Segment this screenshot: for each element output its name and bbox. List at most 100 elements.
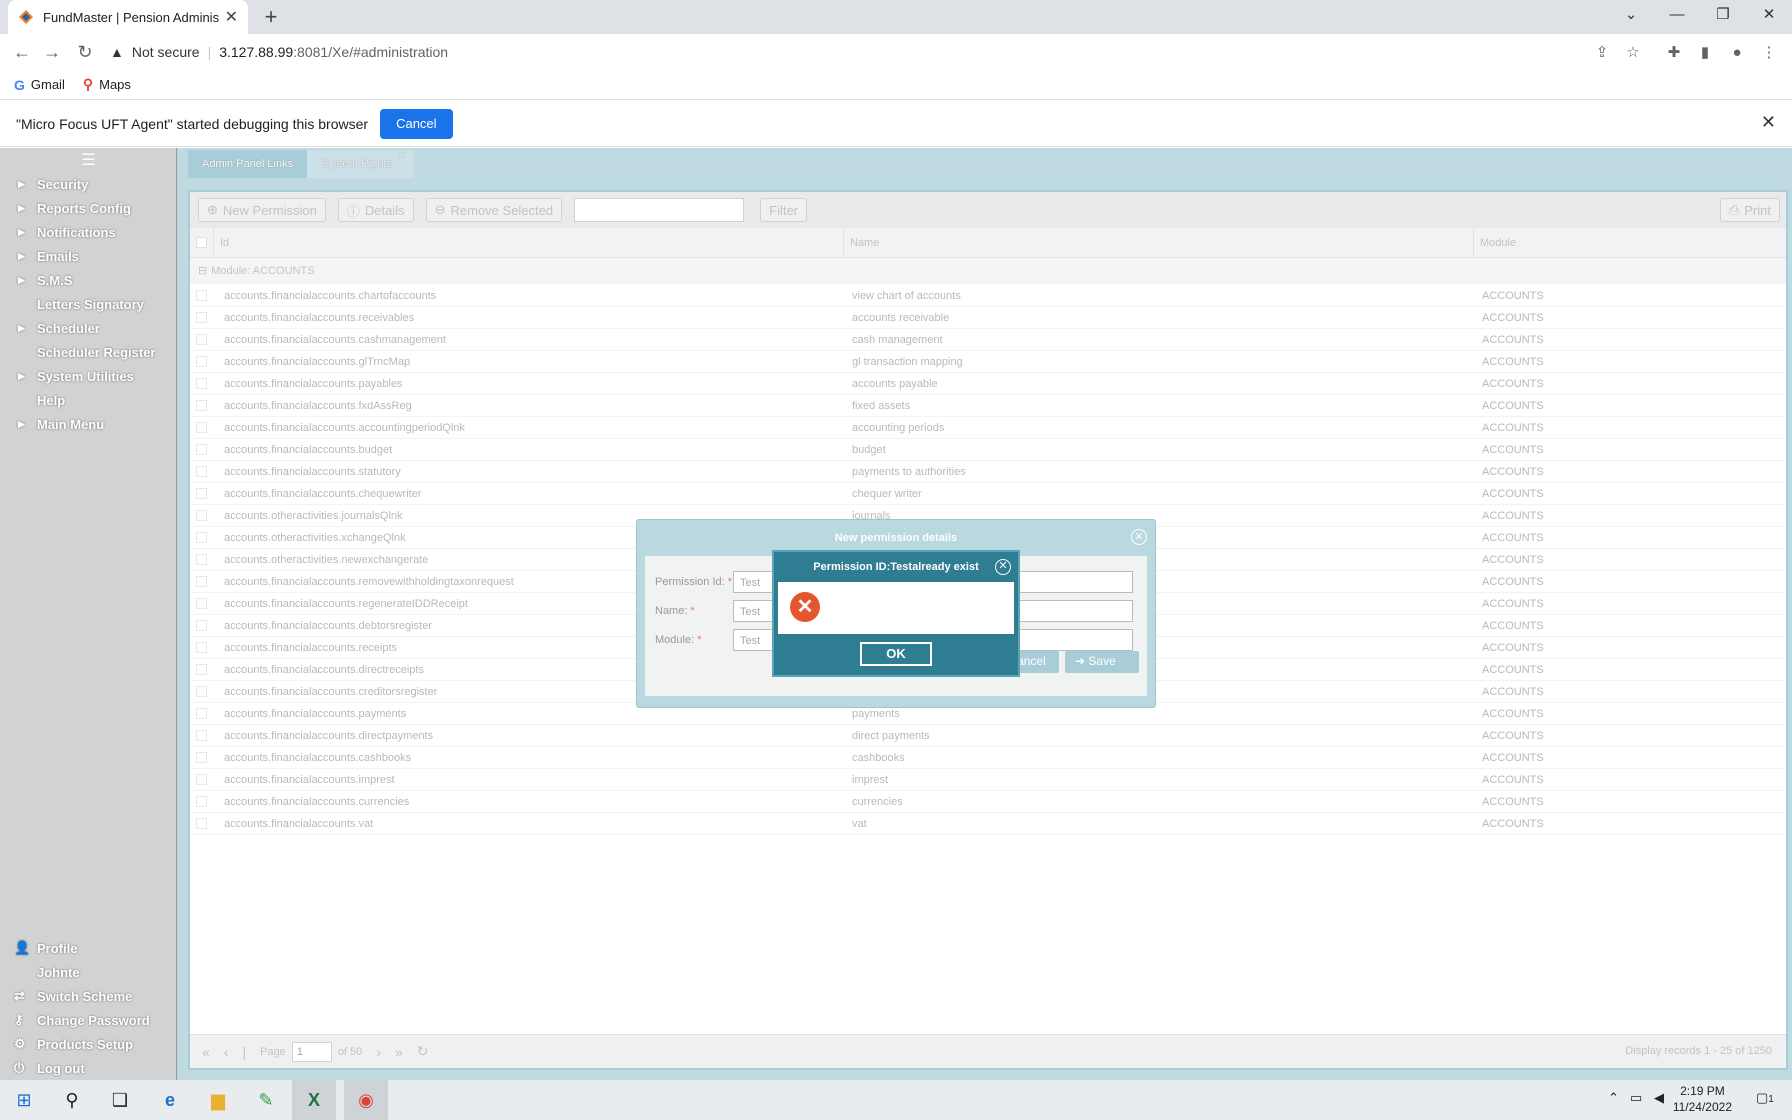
bookmark-gmail[interactable]: G Gmail xyxy=(14,77,65,93)
error-close-icon[interactable]: ✕ xyxy=(995,559,1011,575)
debugging-infobar: "Micro Focus UFT Agent" started debuggin… xyxy=(0,101,1792,147)
task-view-icon[interactable]: ❏ xyxy=(98,1080,142,1120)
error-dialog: Permission ID:Testalready exist ✕ ✕ OK xyxy=(772,550,1020,677)
key-icon: ⚷ xyxy=(14,1012,24,1027)
sidebar-item[interactable]: Help xyxy=(0,388,177,412)
tray-chevron-icon[interactable]: ⌃ xyxy=(1608,1090,1619,1106)
network-icon[interactable]: ▭ xyxy=(1630,1090,1642,1106)
reload-icon[interactable]: ↻ xyxy=(71,38,99,66)
bookmarks-bar: G Gmail ⚲ Maps xyxy=(0,70,1792,100)
user-menu-item[interactable]: Johnte xyxy=(0,960,177,984)
maps-pin-icon: ⚲ xyxy=(82,76,94,92)
save-icon: ➔ xyxy=(1075,654,1086,668)
bookmark-gmail-label: Gmail xyxy=(30,77,65,92)
tab-search-icon[interactable]: ⌄ xyxy=(1608,0,1654,30)
share-icon[interactable]: ⇪ xyxy=(1589,40,1615,66)
sidebar-item[interactable]: ▶ S.M.S xyxy=(0,268,177,292)
module-label: Module: * xyxy=(655,634,702,646)
user-menu-label: Profile xyxy=(37,940,78,956)
sidebar-item-label: Letters Signatory xyxy=(37,296,144,312)
expand-arrow-icon: ▶ xyxy=(18,418,25,429)
chrome-menu-icon[interactable]: ⋮ xyxy=(1756,40,1782,66)
close-window-icon[interactable]: ✕ xyxy=(1746,0,1792,30)
power-icon: ⏻ xyxy=(14,1060,25,1075)
new-tab-button[interactable]: + xyxy=(258,4,284,30)
ok-button[interactable]: OK xyxy=(860,642,932,666)
bookmark-maps-label: Maps xyxy=(99,77,131,92)
debug-message: "Micro Focus UFT Agent" started debuggin… xyxy=(16,115,369,132)
sidebar-item-label: Security xyxy=(37,176,89,192)
user-menu-item[interactable]: ⏻ Log out xyxy=(0,1056,177,1080)
url-host: 3.127.88.99 xyxy=(219,44,294,60)
url-path: :8081/Xe/#administration xyxy=(293,44,449,60)
notifications-icon[interactable]: ▢1 xyxy=(1756,1090,1774,1106)
clock[interactable]: 2:19 PM 11/24/2022 xyxy=(1673,1083,1732,1115)
url-text: 3.127.88.99:8081/Xe/#administration xyxy=(219,44,448,60)
sidebar-item[interactable]: ▶ Scheduler xyxy=(0,316,177,340)
user-menu-item[interactable]: ⚙ Products Setup xyxy=(0,1032,177,1056)
restore-icon[interactable]: ❐ xyxy=(1700,0,1746,30)
dialog-save-button[interactable]: ➔ Save xyxy=(1065,651,1139,673)
omnibox-separator: | xyxy=(207,44,212,60)
permission-id-label: Permission Id: * xyxy=(655,576,733,588)
minimize-icon[interactable]: — xyxy=(1654,0,1700,30)
close-tab-icon[interactable]: ✕ xyxy=(225,7,238,27)
google-icon: G xyxy=(14,76,25,93)
profile-avatar-icon[interactable]: ● xyxy=(1724,40,1750,66)
expand-arrow-icon: ▶ xyxy=(18,250,25,261)
sidebar-item[interactable]: ▶ System Utilities xyxy=(0,364,177,388)
sidebar-item-label: Scheduler xyxy=(37,320,100,336)
user-menu-label: Log out xyxy=(37,1060,85,1076)
sidebar-item-label: System Utilities xyxy=(37,368,134,384)
side-panel-icon[interactable]: ▮ xyxy=(1692,40,1718,66)
search-icon[interactable]: ⚲ xyxy=(50,1080,94,1120)
bookmark-maps[interactable]: ⚲ Maps xyxy=(83,76,131,93)
expand-arrow-icon: ▶ xyxy=(18,274,25,285)
expand-arrow-icon: ▶ xyxy=(18,178,25,189)
sidebar-item[interactable]: ▶ Main Menu xyxy=(0,412,177,436)
sidebar-item[interactable]: Letters Signatory xyxy=(0,292,177,316)
edge-icon[interactable]: e xyxy=(148,1080,192,1120)
fundmaster-favicon-icon xyxy=(19,10,33,24)
excel-icon[interactable]: X xyxy=(292,1080,336,1120)
menu-toggle-icon[interactable]: ☰ xyxy=(0,150,177,170)
bookmark-star-icon[interactable]: ☆ xyxy=(1620,40,1646,66)
switch-icon: ⇄ xyxy=(14,988,25,1003)
sidebar-item[interactable]: ▶ Security xyxy=(0,172,177,196)
chrome-icon[interactable]: ◉ xyxy=(344,1080,388,1120)
notification-count: 1 xyxy=(1768,1094,1774,1105)
user-menu-label: Products Setup xyxy=(37,1036,134,1052)
file-explorer-icon[interactable]: ▆ xyxy=(196,1080,240,1120)
notepad-icon[interactable]: ✎ xyxy=(244,1080,288,1120)
volume-icon[interactable]: ◀ xyxy=(1654,1090,1664,1106)
sidebar-item-label: Reports Config xyxy=(37,200,131,216)
error-dialog-title: Permission ID:Testalready exist xyxy=(813,561,979,573)
forward-icon[interactable]: → xyxy=(38,38,66,66)
sidebar-item-label: Emails xyxy=(37,248,79,264)
user-menu-item[interactable]: ⇄ Switch Scheme xyxy=(0,984,177,1008)
sidebar-item[interactable]: Scheduler Register xyxy=(0,340,177,364)
omnibox[interactable]: ▲ Not secure | 3.127.88.99:8081/Xe/#admi… xyxy=(110,38,1660,66)
name-label: Name: * xyxy=(655,605,695,617)
close-infobar-icon[interactable]: ✕ xyxy=(1761,112,1776,133)
windows-start-icon[interactable]: ⊞ xyxy=(2,1080,46,1120)
extensions-icon[interactable]: ✚ xyxy=(1661,40,1687,66)
sidebar-item[interactable]: ▶ Reports Config xyxy=(0,196,177,220)
gears-icon: ⚙ xyxy=(14,1036,26,1051)
debug-cancel-button[interactable]: Cancel xyxy=(380,108,453,139)
browser-tab[interactable]: FundMaster | Pension Administra ✕ xyxy=(8,0,248,34)
sidebar-item-label: Notifications xyxy=(37,224,116,240)
user-menu-item[interactable]: 👤 Profile xyxy=(0,936,177,960)
back-icon[interactable]: ← xyxy=(8,38,36,66)
expand-arrow-icon: ▶ xyxy=(18,226,25,237)
not-secure-label: Not secure xyxy=(131,44,200,60)
error-icon: ✕ xyxy=(790,592,820,622)
sidebar-item[interactable]: ▶ Notifications xyxy=(0,220,177,244)
browser-tab-title: FundMaster | Pension Administra xyxy=(43,9,219,25)
user-menu-label: Switch Scheme xyxy=(37,988,133,1004)
user-icon: 👤 xyxy=(14,940,31,955)
user-menu-item[interactable]: ⚷ Change Password xyxy=(0,1008,177,1032)
dialog-close-icon[interactable]: ✕ xyxy=(1131,529,1147,545)
sidebar-item[interactable]: ▶ Emails xyxy=(0,244,177,268)
error-message-area: ✕ xyxy=(778,582,1014,634)
